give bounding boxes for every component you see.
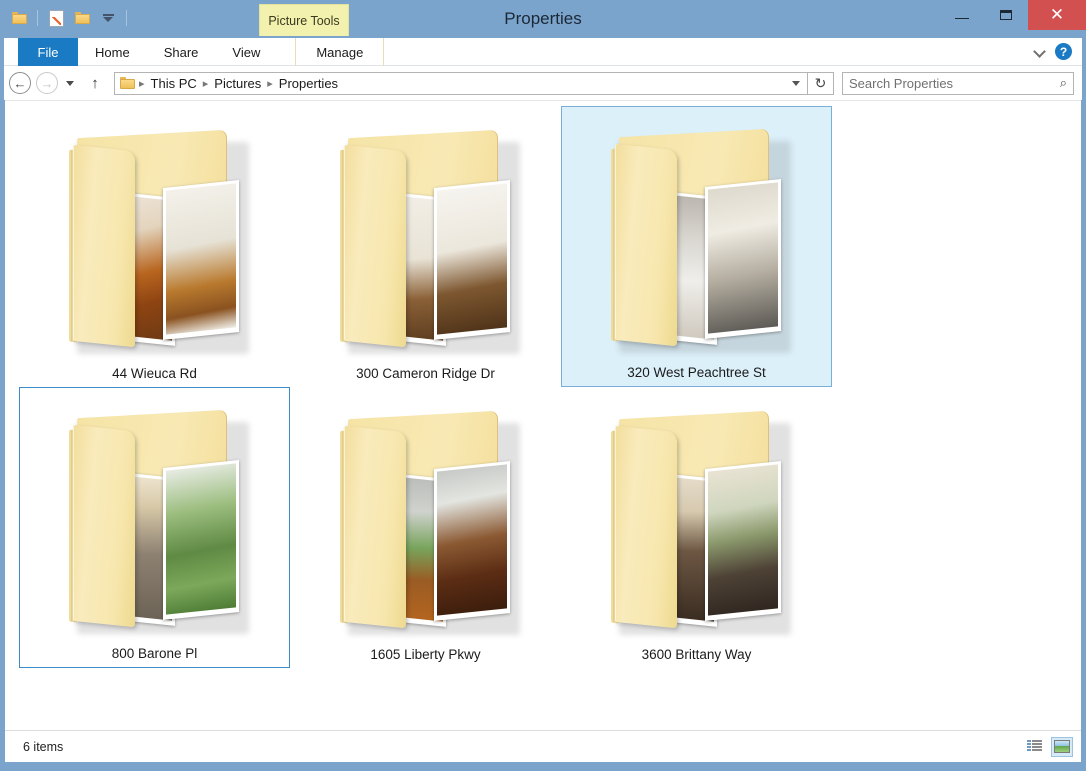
list-item[interactable]: 1605 Liberty Pkwy [290,387,561,668]
list-item[interactable]: 800 Barone Pl [19,387,290,668]
details-view-button[interactable] [1023,737,1045,757]
large-icons-view-button[interactable] [1051,736,1073,757]
list-item-label: 44 Wieuca Rd [112,366,197,381]
breadcrumb-sep-0: ▸ [139,77,145,90]
photo-thumb-right [436,464,507,616]
chevron-down-icon[interactable] [1034,46,1045,57]
close-button[interactable]: ✕ [1028,0,1086,30]
up-button[interactable]: ↑ [84,75,106,92]
breadcrumb-properties[interactable]: Properties [276,76,341,91]
list-item-label: 320 West Peachtree St [627,365,766,380]
quick-access-toolbar [8,5,130,31]
qat-divider-2 [126,10,127,26]
forward-button[interactable]: → [36,72,58,94]
maximize-button[interactable] [984,0,1028,30]
breadcrumb[interactable]: ▸ This PC ▸ Pictures ▸ Properties [114,71,808,95]
breadcrumb-sep-2: ▸ [267,77,273,90]
breadcrumb-this-pc[interactable]: This PC [148,76,200,91]
properties-icon[interactable] [45,7,67,29]
ribbon-tab-strip: File Home Share View Manage ? [4,38,1082,66]
items-grid: 44 Wieuca Rd 300 Cameron Ridge Dr 320 We… [5,101,1081,673]
status-bar: 6 items [5,730,1081,762]
list-item-label: 3600 Brittany Way [641,647,752,662]
folder-thumbnail-icon [55,126,255,364]
list-item-label: 300 Cameron Ridge Dr [356,366,495,381]
folder-thumbnail-icon [326,126,526,364]
title-bar: Properties Picture Tools ✕ [0,0,1086,38]
list-item-label: 800 Barone Pl [111,646,198,661]
folder-thumbnail-icon [326,407,526,645]
system-menu-folder-icon[interactable] [8,7,30,29]
minimize-button[interactable] [940,0,984,30]
window-controls: ✕ [940,0,1086,30]
customize-qat-caret-icon[interactable] [97,7,119,29]
tab-manage[interactable]: Manage [295,38,385,66]
tab-file[interactable]: File [18,38,78,66]
photo-thumb-right [707,464,778,616]
folder-thumbnail-icon [597,125,797,363]
list-item[interactable]: 3600 Brittany Way [561,387,832,668]
list-item[interactable]: 320 West Peachtree St [561,106,832,387]
folder-thumbnail-icon [55,406,255,644]
breadcrumb-folder-icon [120,77,135,89]
window-title: Properties [504,9,582,28]
photo-thumb-right [165,463,236,615]
tab-share[interactable]: Share [147,38,216,66]
list-item[interactable]: 300 Cameron Ridge Dr [290,106,561,387]
address-bar-row: ← → ↑ ▸ This PC ▸ Pictures ▸ Properties … [4,66,1082,100]
photo-thumb-right [436,183,507,335]
list-item-label: 1605 Liberty Pkwy [370,647,481,662]
new-folder-icon[interactable] [71,7,93,29]
refresh-button[interactable]: ↻ [808,71,834,95]
folder-thumbnail-icon [597,407,797,645]
search-placeholder: Search Properties [849,75,954,91]
search-input[interactable]: Search Properties ⌕ [842,71,1074,95]
help-icon[interactable]: ? [1055,43,1072,60]
search-icon: ⌕ [1059,75,1067,90]
recent-locations-caret-icon[interactable] [62,80,78,86]
photo-thumb-right [707,182,778,334]
ribbon-right-controls: ? [1034,38,1082,65]
back-button[interactable]: ← [9,72,31,94]
contextual-tab-picture-tools: Picture Tools [259,4,349,36]
list-item[interactable]: 44 Wieuca Rd [19,106,290,387]
item-count-label: 6 items [23,739,64,754]
qat-divider [37,10,38,26]
tab-home[interactable]: Home [78,38,147,66]
explorer-window: Properties Picture Tools ✕ File Home Sha… [0,0,1086,771]
breadcrumb-dropdown-icon[interactable] [787,80,805,86]
photo-thumb-right [165,183,236,335]
breadcrumb-pictures[interactable]: Pictures [211,76,264,91]
breadcrumb-sep-1: ▸ [202,77,209,90]
tab-view[interactable]: View [215,38,277,66]
view-toggle-group [1023,736,1073,757]
file-list-view[interactable]: 44 Wieuca Rd 300 Cameron Ridge Dr 320 We… [5,100,1081,730]
